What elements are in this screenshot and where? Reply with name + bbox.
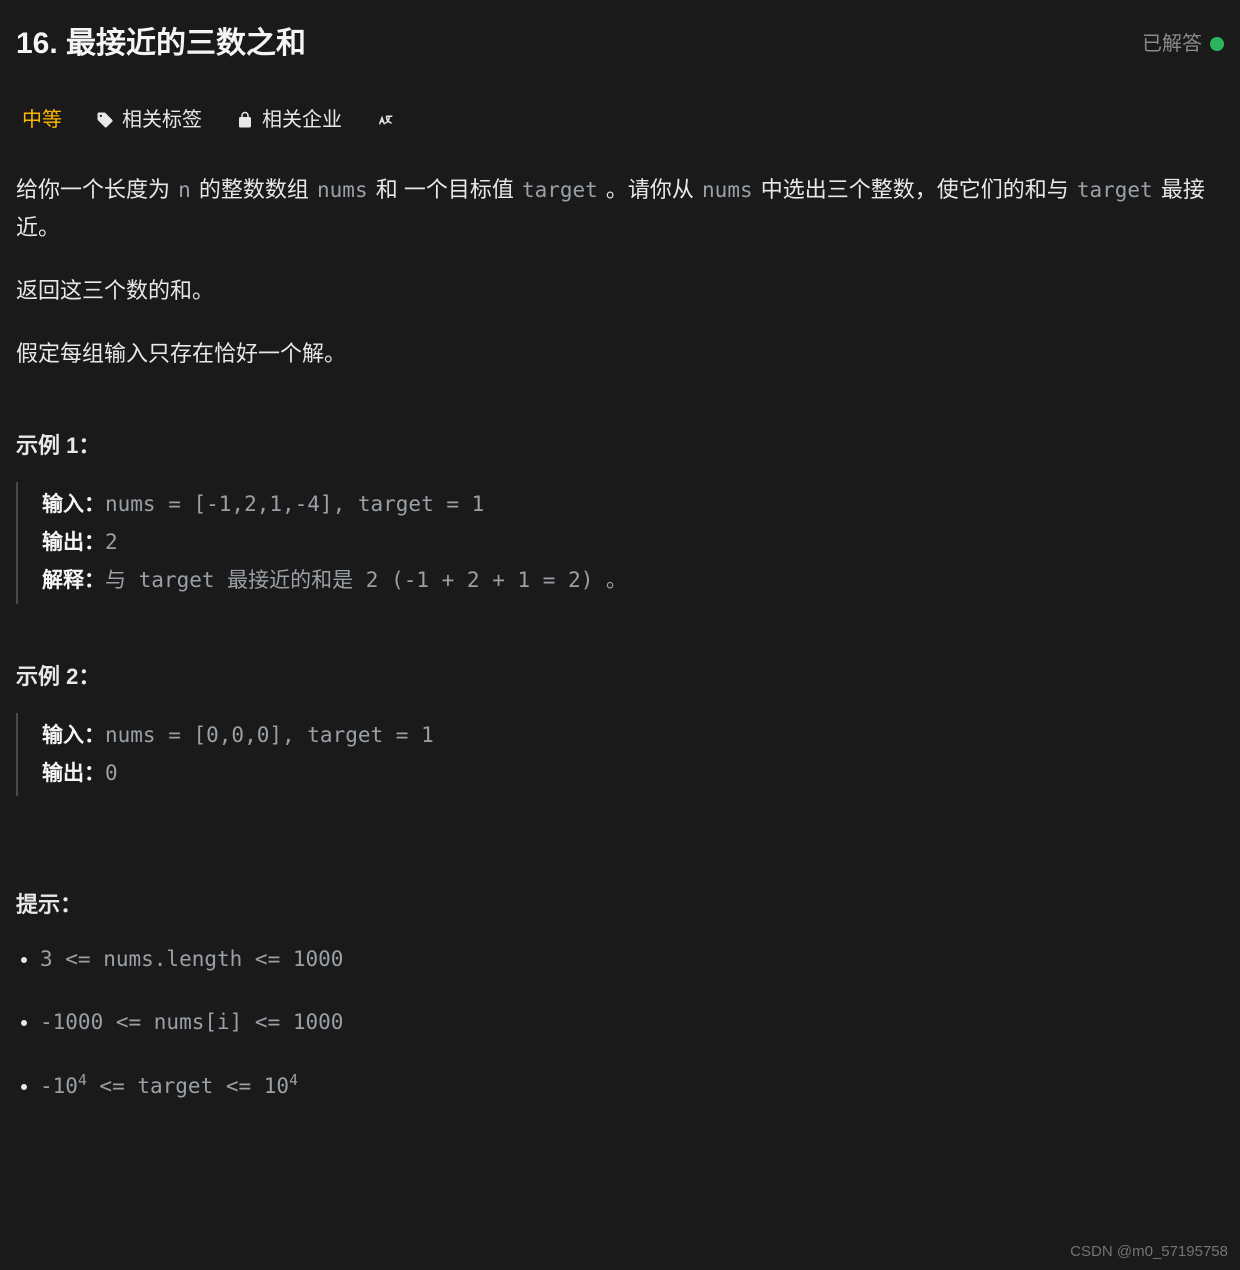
hints-header: 提示：: [16, 886, 1224, 923]
difficulty-badge: 中等: [22, 103, 62, 137]
hint-3: -104 <= target <= 104: [40, 1069, 1224, 1105]
example-1-output: 2: [105, 530, 118, 554]
example-1-block: 输入：nums = [-1,2,1,-4], target = 1 输出：2 解…: [16, 482, 1224, 603]
output-label: 输出：: [42, 531, 105, 554]
lock-icon: [236, 111, 254, 129]
status-dot-icon: [1210, 37, 1224, 51]
example-2-output: 0: [105, 761, 118, 785]
code-nums-2: nums: [700, 178, 755, 202]
input-label: 输入：: [42, 493, 105, 516]
description-p1: 给你一个长度为 n 的整数数组 nums 和 一个目标值 target 。请你从…: [16, 171, 1224, 246]
example-1-header: 示例 1：: [16, 427, 1224, 464]
explain-label: 解释：: [42, 569, 105, 592]
description-p2: 返回这三个数的和。: [16, 272, 1224, 309]
example-2-block: 输入：nums = [0,0,0], target = 1 输出：0: [16, 713, 1224, 797]
example-1-input: nums = [-1,2,1,-4], target = 1: [105, 492, 484, 516]
hint-1: 3 <= nums.length <= 1000: [40, 942, 1224, 978]
related-companies-button[interactable]: 相关企业: [236, 103, 342, 137]
translate-icon: [376, 111, 394, 129]
hints-list: 3 <= nums.length <= 1000 -1000 <= nums[i…: [16, 942, 1224, 1105]
related-tags-label: 相关标签: [122, 103, 202, 137]
meta-row: 中等 相关标签 相关企业: [16, 97, 1224, 163]
related-companies-label: 相关企业: [262, 103, 342, 137]
code-nums: nums: [315, 178, 370, 202]
watermark: CSDN @m0_57195758: [1070, 1239, 1228, 1265]
example-2-input: nums = [0,0,0], target = 1: [105, 723, 434, 747]
code-n: n: [176, 178, 193, 202]
related-tags-button[interactable]: 相关标签: [96, 103, 202, 137]
input-label: 输入：: [42, 724, 105, 747]
output-label: 输出：: [42, 762, 105, 785]
code-target: target: [520, 178, 600, 202]
hint-2: -1000 <= nums[i] <= 1000: [40, 1005, 1224, 1041]
solved-status-label: 已解答: [1142, 27, 1202, 61]
solved-status: 已解答: [1142, 27, 1224, 61]
example-2-header: 示例 2：: [16, 658, 1224, 695]
description-p3: 假定每组输入只存在恰好一个解。: [16, 335, 1224, 372]
problem-title: 16. 最接近的三数之和: [16, 18, 306, 69]
example-1-explain: 与 target 最接近的和是 2 (-1 + 2 + 1 = 2) 。: [105, 568, 627, 592]
translate-button[interactable]: [376, 111, 394, 129]
code-target-2: target: [1075, 178, 1155, 202]
tag-icon: [96, 111, 114, 129]
